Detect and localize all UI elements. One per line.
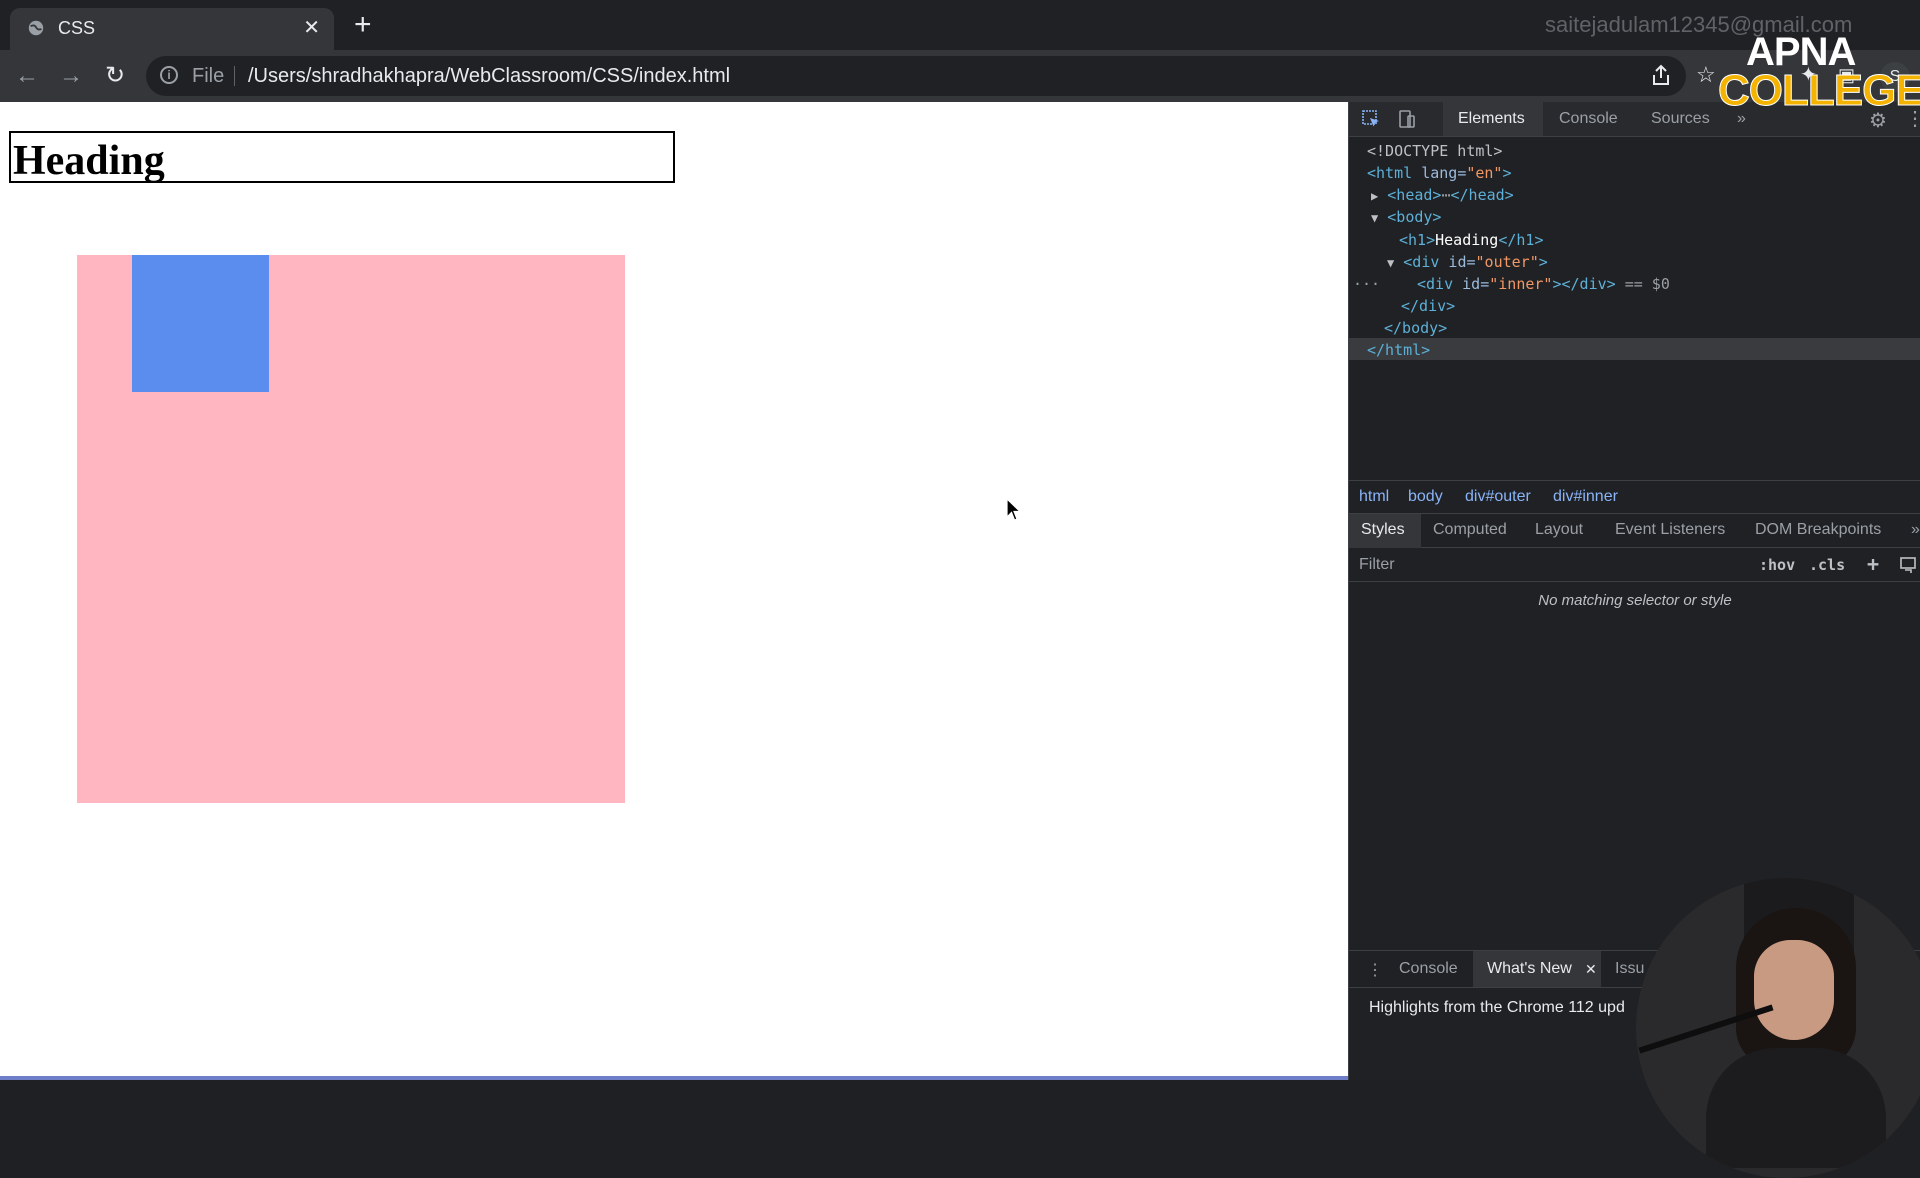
collapse-triangle-icon: ▼ — [1371, 211, 1379, 225]
outer-div — [77, 255, 625, 803]
close-tab-icon[interactable]: ✕ — [303, 16, 320, 40]
back-arrow-icon[interactable]: ← — [14, 63, 40, 89]
tab-styles[interactable]: Styles — [1361, 521, 1405, 539]
presenter-webcam — [1636, 878, 1920, 1178]
styles-filter-bar: :hov .cls + — [1349, 548, 1920, 582]
close-whats-new-icon[interactable]: ✕ — [1585, 961, 1597, 978]
filter-input[interactable] — [1357, 553, 1741, 577]
expand-triangle-icon: ▶ — [1371, 189, 1379, 203]
no-matching-style-message: No matching selector or style — [1538, 592, 1732, 609]
whats-new-highlight: Highlights from the Chrome 112 upd — [1369, 999, 1625, 1016]
tab-event-listeners[interactable]: Event Listeners — [1615, 521, 1725, 539]
dom-body-close[interactable]: </body> — [1384, 317, 1447, 339]
dom-tree: <!DOCTYPE html> <html lang="en"> ▶ <head… — [1349, 140, 1920, 480]
browser-toolbar: ← → ↻ i File /Users/shradhakhapra/WebCla… — [0, 50, 1920, 102]
computed-sidebar-icon[interactable] — [1899, 556, 1917, 574]
dom-doctype[interactable]: <!DOCTYPE html> — [1367, 140, 1502, 162]
url-scheme: File — [192, 65, 225, 87]
browser-tab[interactable]: CSS ✕ — [10, 8, 334, 50]
dom-row-dots: ··· — [1353, 275, 1381, 293]
loading-bar — [0, 1076, 1348, 1080]
dom-outer-close[interactable]: </div> — [1401, 295, 1455, 317]
forward-arrow-icon[interactable]: → — [58, 63, 84, 89]
tab-dom-breakpoints[interactable]: DOM Breakpoints — [1755, 521, 1881, 539]
inner-div — [132, 255, 269, 392]
dom-body-open[interactable]: ▼ <body> — [1371, 206, 1441, 228]
drawer-tab-console[interactable]: Console — [1399, 960, 1458, 978]
collapse-triangle-icon: ▼ — [1387, 256, 1395, 270]
device-toolbar-icon[interactable] — [1397, 109, 1417, 129]
heading-box: Heading — [9, 131, 675, 184]
breadcrumb-div-inner[interactable]: div#inner — [1553, 488, 1618, 506]
dom-h1[interactable]: <h1>Heading</h1> — [1399, 229, 1544, 251]
dom-outer-div[interactable]: ▼ <div id="outer"> — [1387, 251, 1548, 273]
tab-layout[interactable]: Layout — [1535, 521, 1583, 539]
url-text[interactable]: /Users/shradhakhapra/WebClassroom/CSS/in… — [248, 65, 730, 88]
logo-line-2: COLLEGE — [1718, 66, 1920, 116]
info-icon[interactable]: i — [160, 66, 178, 84]
drawer-tab-issues[interactable]: Issu — [1615, 960, 1644, 978]
tab-sources[interactable]: Sources — [1651, 110, 1710, 128]
breadcrumb-html[interactable]: html — [1359, 488, 1389, 506]
globe-icon — [28, 20, 44, 36]
cls-toggle[interactable]: .cls — [1809, 556, 1845, 574]
tab-elements[interactable]: Elements — [1458, 110, 1525, 128]
presenter-face — [1754, 940, 1834, 1040]
new-tab-button[interactable]: + — [354, 10, 372, 40]
dom-html-close[interactable]: </html> — [1367, 339, 1430, 361]
page-heading: Heading — [13, 138, 165, 184]
breadcrumb-div-outer[interactable]: div#outer — [1465, 488, 1531, 506]
drawer-menu-icon[interactable]: ⋮ — [1367, 960, 1383, 980]
star-icon[interactable]: ☆ — [1696, 64, 1716, 86]
apna-college-logo: APNA COLLEGE — [1718, 30, 1920, 116]
tab-computed[interactable]: Computed — [1433, 521, 1507, 539]
breadcrumb-body[interactable]: body — [1408, 488, 1443, 506]
presenter-shirt — [1706, 1048, 1886, 1168]
address-divider — [234, 66, 235, 86]
drawer-tab-whats-new[interactable]: What's New — [1487, 960, 1572, 978]
dom-html-open[interactable]: <html lang="en"> — [1367, 162, 1512, 184]
tab-strip: CSS ✕ + saitejadulam12345@gmail.com — [0, 0, 1920, 50]
page-viewport: Heading — [0, 102, 1348, 1080]
dom-inner-div[interactable]: <div id="inner"></div> == $0 — [1417, 273, 1670, 295]
dom-head[interactable]: ▶ <head>⋯</head> — [1371, 184, 1514, 206]
mouse-cursor-icon — [1006, 498, 1022, 521]
breadcrumb: html body div#outer div#inner — [1349, 480, 1920, 514]
tab-title: CSS — [58, 18, 96, 38]
reload-icon[interactable]: ↻ — [102, 63, 128, 89]
add-rule-icon[interactable]: + — [1867, 552, 1879, 576]
address-bar[interactable]: i File /Users/shradhakhapra/WebClassroom… — [146, 56, 1686, 96]
more-subtabs-icon[interactable]: » — [1911, 521, 1920, 539]
share-icon[interactable] — [1652, 64, 1670, 86]
tab-console[interactable]: Console — [1559, 110, 1618, 128]
styles-tabbar: Styles Computed Layout Event Listeners D… — [1349, 514, 1920, 548]
hov-toggle[interactable]: :hov — [1759, 556, 1795, 574]
inspect-element-icon[interactable] — [1361, 109, 1381, 129]
